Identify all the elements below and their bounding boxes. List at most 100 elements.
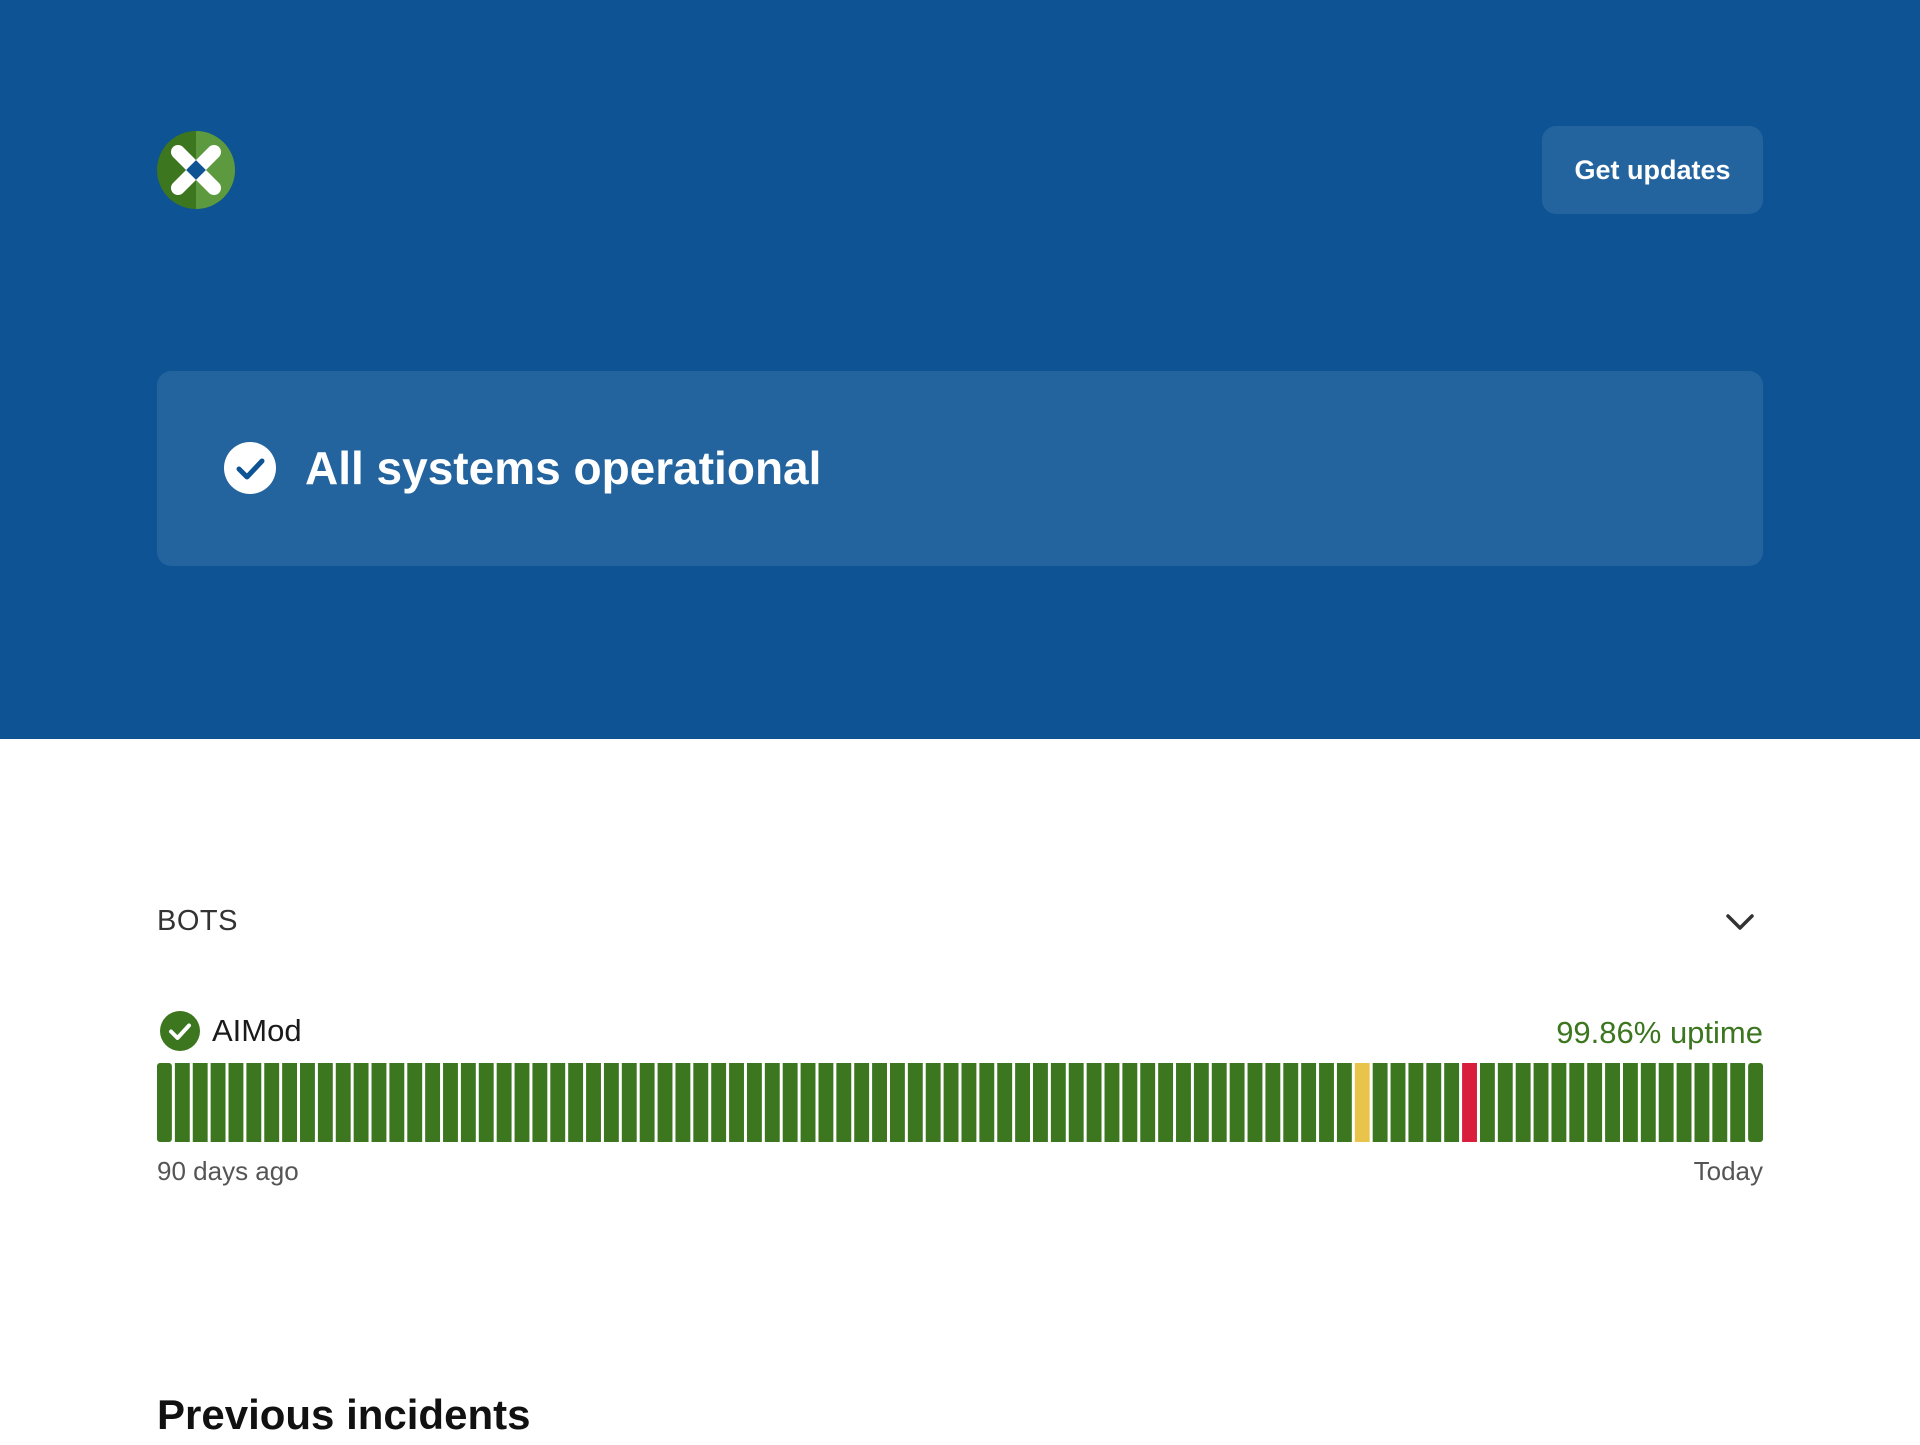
uptime-day-bar[interactable] (782, 1063, 798, 1142)
uptime-day-bar[interactable] (496, 1063, 512, 1142)
uptime-day-bar[interactable] (889, 1063, 905, 1142)
uptime-day-bar[interactable] (711, 1063, 727, 1142)
uptime-day-bar[interactable] (1515, 1063, 1531, 1142)
uptime-day-bar[interactable] (1336, 1063, 1352, 1142)
uptime-day-bar[interactable] (997, 1063, 1013, 1142)
uptime-day-bar[interactable] (1676, 1063, 1692, 1142)
uptime-day-bar[interactable] (1694, 1063, 1710, 1142)
uptime-day-bar[interactable] (1158, 1063, 1174, 1142)
page-header: Get updates All systems operational (0, 0, 1920, 739)
uptime-day-bar[interactable] (532, 1063, 548, 1142)
uptime-day-bar[interactable] (586, 1063, 601, 1142)
uptime-day-bar[interactable] (1104, 1063, 1120, 1142)
uptime-bars (157, 1063, 1763, 1142)
uptime-day-bar[interactable] (1283, 1063, 1299, 1142)
uptime-day-bar[interactable] (818, 1063, 834, 1142)
uptime-day-bar[interactable] (1551, 1063, 1567, 1142)
uptime-day-bar[interactable] (192, 1063, 208, 1142)
uptime-day-bar[interactable] (300, 1063, 315, 1142)
uptime-day-bar[interactable] (1658, 1063, 1674, 1142)
uptime-day-bar[interactable] (1319, 1063, 1334, 1142)
uptime-day-bar[interactable] (443, 1063, 458, 1142)
uptime-day-bar[interactable] (1372, 1063, 1388, 1142)
uptime-day-bar[interactable] (961, 1063, 977, 1142)
uptime-day-bar[interactable] (1033, 1063, 1048, 1142)
uptime-day-bar[interactable] (157, 1063, 172, 1142)
uptime-day-bar[interactable] (550, 1063, 566, 1142)
uptime-day-bar[interactable] (1211, 1063, 1227, 1142)
uptime-day-bar[interactable] (478, 1063, 494, 1142)
uptime-day-bar[interactable] (460, 1063, 476, 1142)
uptime-day-bar[interactable] (675, 1063, 691, 1142)
uptime-day-bar[interactable] (621, 1063, 637, 1142)
uptime-day-bar[interactable] (1587, 1063, 1603, 1142)
uptime-day-bar[interactable] (836, 1063, 852, 1142)
uptime-day-bar[interactable] (1622, 1063, 1638, 1142)
uptime-day-bar[interactable] (1408, 1063, 1424, 1142)
uptime-day-bar[interactable] (568, 1063, 584, 1142)
uptime-day-bar[interactable] (389, 1063, 405, 1142)
get-updates-button[interactable]: Get updates (1542, 126, 1763, 214)
uptime-day-bar[interactable] (1050, 1063, 1066, 1142)
uptime-day-bar[interactable] (1426, 1063, 1442, 1142)
uptime-day-bar[interactable] (693, 1063, 709, 1142)
uptime-day-bar[interactable] (979, 1063, 995, 1142)
uptime-day-bar[interactable] (371, 1063, 387, 1142)
uptime-day-bar[interactable] (1068, 1063, 1084, 1142)
uptime-day-bar[interactable] (1748, 1063, 1763, 1142)
uptime-day-bar[interactable] (425, 1063, 441, 1142)
uptime-day-bar[interactable] (1730, 1063, 1746, 1142)
uptime-day-bar[interactable] (1569, 1063, 1585, 1142)
uptime-day-bar[interactable] (943, 1063, 959, 1142)
uptime-day-bar[interactable] (514, 1063, 530, 1142)
uptime-day-bar[interactable] (1086, 1063, 1102, 1142)
uptime-day-bar[interactable] (407, 1063, 423, 1142)
uptime-day-bar[interactable] (603, 1063, 619, 1142)
uptime-day-bar[interactable] (335, 1063, 351, 1142)
status-banner: All systems operational (157, 371, 1763, 566)
uptime-day-bar[interactable] (1497, 1063, 1513, 1142)
uptime-day-bar[interactable] (264, 1063, 280, 1142)
uptime-day-bar[interactable] (1462, 1063, 1477, 1142)
uptime-day-bar[interactable] (1193, 1063, 1209, 1142)
uptime-day-bar[interactable] (1390, 1063, 1406, 1142)
x-cross-logo-icon[interactable] (157, 131, 235, 209)
uptime-day-bar[interactable] (1015, 1063, 1031, 1142)
uptime-day-bar[interactable] (1605, 1063, 1620, 1142)
uptime-day-bar[interactable] (1301, 1063, 1317, 1142)
uptime-day-bar[interactable] (1479, 1063, 1495, 1142)
uptime-day-bar[interactable] (210, 1063, 226, 1142)
uptime-day-bar[interactable] (746, 1063, 762, 1142)
uptime-day-bar[interactable] (282, 1063, 298, 1142)
uptime-day-bar[interactable] (1444, 1063, 1460, 1142)
uptime-day-bar[interactable] (639, 1063, 655, 1142)
group-header-bots[interactable]: BOTS (157, 893, 1763, 949)
uptime-day-bar[interactable] (1122, 1063, 1138, 1142)
uptime-day-bar[interactable] (353, 1063, 369, 1142)
uptime-day-bar[interactable] (854, 1063, 870, 1142)
uptime-day-bar[interactable] (764, 1063, 780, 1142)
uptime-day-bar[interactable] (1229, 1063, 1245, 1142)
check-circle-icon (224, 442, 276, 494)
uptime-day-bar[interactable] (1533, 1063, 1549, 1142)
uptime-day-bar[interactable] (800, 1063, 816, 1142)
incidents-title: Previous incidents (157, 1391, 531, 1438)
uptime-day-bar[interactable] (228, 1063, 244, 1142)
uptime-day-bar[interactable] (1712, 1063, 1728, 1142)
uptime-day-bar[interactable] (246, 1063, 262, 1142)
uptime-day-bar[interactable] (657, 1063, 673, 1142)
uptime-day-bar[interactable] (907, 1063, 923, 1142)
uptime-day-bar[interactable] (1354, 1063, 1370, 1142)
uptime-day-bar[interactable] (1247, 1063, 1263, 1142)
uptime-day-bar[interactable] (317, 1063, 333, 1142)
uptime-day-bar[interactable] (174, 1063, 190, 1142)
uptime-day-bar[interactable] (1140, 1063, 1156, 1142)
uptime-day-bar[interactable] (925, 1063, 941, 1142)
component-uptime: 99.86% uptime (1556, 1015, 1763, 1050)
uptime-day-bar[interactable] (1265, 1063, 1281, 1142)
uptime-day-bar[interactable] (729, 1063, 744, 1142)
uptime-day-bar[interactable] (872, 1063, 887, 1142)
chevron-down-icon[interactable] (1723, 905, 1757, 939)
uptime-day-bar[interactable] (1640, 1063, 1656, 1142)
uptime-day-bar[interactable] (1176, 1063, 1191, 1142)
